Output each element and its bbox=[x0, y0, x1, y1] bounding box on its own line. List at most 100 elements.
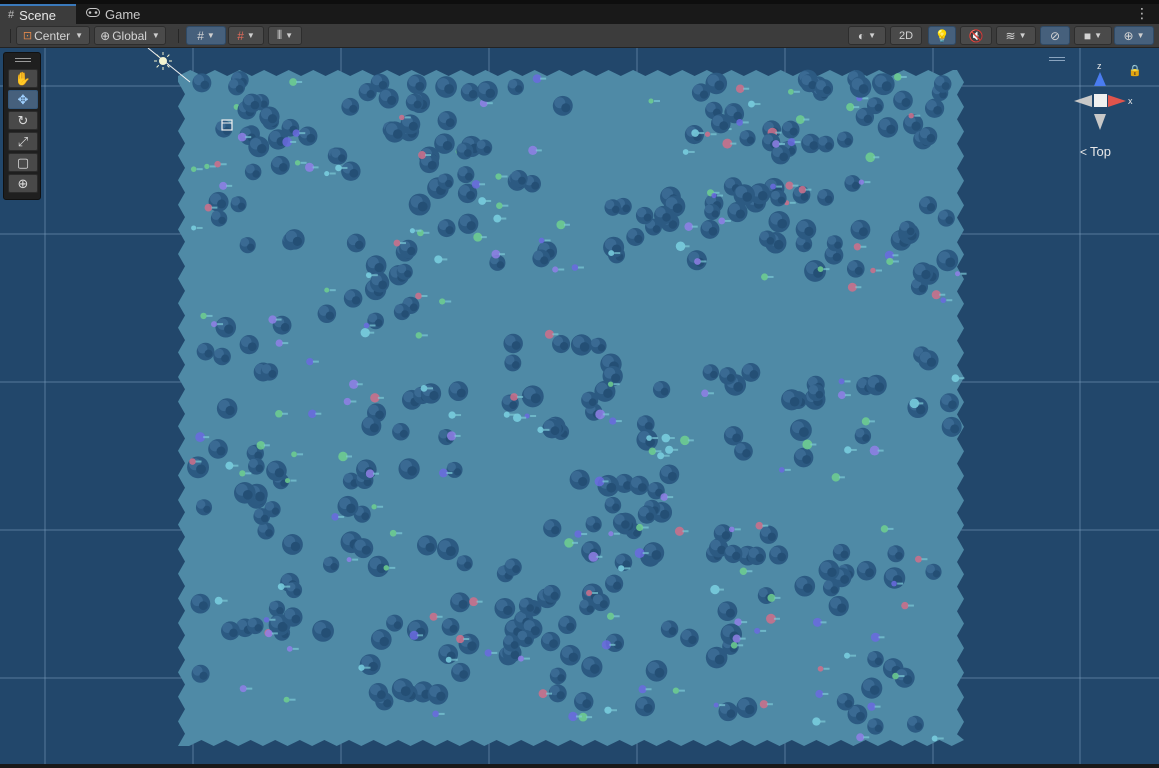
coral-prop bbox=[874, 705, 881, 708]
sun-ray bbox=[166, 54, 170, 58]
toggle-2d-button[interactable]: 2D bbox=[890, 26, 922, 45]
x-axis-cone[interactable] bbox=[1108, 95, 1126, 107]
rock-cluster bbox=[437, 173, 454, 190]
increment-snap-dropdown[interactable]: ⦀ ▼ bbox=[268, 26, 302, 45]
rock-cluster bbox=[542, 584, 561, 603]
rock-cluster bbox=[866, 374, 887, 396]
plant-prop bbox=[844, 446, 852, 454]
coral-prop bbox=[575, 715, 582, 718]
tab-game[interactable]: Game bbox=[78, 4, 148, 24]
coral-prop bbox=[743, 87, 750, 90]
scene-visibility-toggle[interactable]: ⊘ bbox=[1040, 26, 1070, 45]
view-orientation[interactable]: < Top bbox=[1080, 144, 1111, 159]
rock-cluster bbox=[941, 416, 962, 437]
scene-audio-toggle[interactable]: 🔇 bbox=[960, 26, 992, 45]
z-axis-cone[interactable] bbox=[1094, 72, 1106, 86]
rock-cluster bbox=[770, 190, 787, 207]
pivot-rotation-dropdown[interactable]: ⊕ Global ▼ bbox=[94, 26, 166, 45]
transform-tool-button[interactable]: ⊕ bbox=[8, 174, 38, 193]
coral-prop bbox=[426, 387, 433, 390]
palette-drag-handle[interactable] bbox=[15, 58, 31, 59]
rock-cluster bbox=[460, 82, 480, 102]
neg-x-axis-cone[interactable] bbox=[1074, 95, 1092, 107]
rotate-tool-button[interactable]: ↻ bbox=[8, 111, 38, 130]
plant-prop bbox=[263, 616, 270, 623]
plant-prop bbox=[607, 612, 615, 620]
scene-viewport[interactable] bbox=[0, 48, 1159, 764]
coral-prop bbox=[290, 479, 297, 482]
rock-cluster bbox=[448, 381, 469, 401]
hand-tool-button[interactable]: ✋ bbox=[8, 69, 38, 88]
rock-cluster bbox=[457, 166, 475, 184]
coral-prop bbox=[438, 712, 445, 715]
plant-prop bbox=[493, 214, 502, 223]
plant-prop bbox=[265, 629, 273, 638]
grid-snapping-toggle[interactable]: # ▼ bbox=[228, 26, 264, 45]
move-tool-button[interactable]: ✥ bbox=[8, 90, 38, 109]
orientation-gizmo[interactable]: z x bbox=[1066, 60, 1146, 140]
rock-cluster bbox=[736, 697, 758, 718]
rock-cluster bbox=[781, 120, 800, 139]
coral-prop bbox=[717, 194, 724, 197]
plant-prop bbox=[586, 589, 593, 597]
coral-prop bbox=[739, 637, 746, 640]
rock-cluster bbox=[346, 233, 366, 253]
plant-prop bbox=[275, 409, 283, 418]
scene-lighting-toggle[interactable]: 💡 bbox=[928, 26, 956, 45]
tool-palette: ✋ ✥ ↻ ⤢ ▢ ⊕ bbox=[3, 52, 41, 200]
coral-prop bbox=[613, 383, 620, 386]
rock-cluster bbox=[253, 508, 271, 525]
rock-cluster bbox=[832, 543, 851, 562]
rect-tool-button[interactable]: ▢ bbox=[8, 153, 38, 172]
rock-cluster bbox=[719, 367, 737, 385]
chevron-left-icon: < bbox=[1080, 144, 1088, 159]
gizmos-dropdown[interactable]: ⊕ ▼ bbox=[1114, 26, 1154, 45]
coral-prop bbox=[486, 102, 493, 105]
scene-effects-dropdown[interactable]: ≋ ▼ bbox=[996, 26, 1036, 45]
scale-tool-button[interactable]: ⤢ bbox=[8, 132, 38, 151]
rock-cluster bbox=[581, 656, 603, 678]
rock-cluster bbox=[246, 617, 264, 635]
coral-prop bbox=[455, 414, 462, 417]
neg-z-axis-cone[interactable] bbox=[1094, 114, 1106, 130]
plant-prop bbox=[861, 417, 870, 426]
coral-prop bbox=[730, 142, 737, 145]
coral-prop bbox=[329, 172, 336, 175]
toggle-2d-label: 2D bbox=[898, 29, 914, 42]
plant-prop bbox=[432, 710, 439, 718]
pivot-mode-dropdown[interactable]: ⊡ Center ▼ bbox=[16, 26, 90, 45]
tab-scene[interactable]: # Scene bbox=[0, 4, 76, 24]
center-cube[interactable] bbox=[1094, 94, 1107, 107]
plant-prop bbox=[415, 332, 423, 339]
scene-camera-dropdown[interactable]: ■ ▼ bbox=[1074, 26, 1112, 45]
coral-prop bbox=[220, 163, 227, 166]
coral-prop bbox=[844, 380, 851, 383]
rock-cluster bbox=[794, 575, 816, 597]
plant-prop bbox=[785, 181, 794, 190]
grid-visibility-toggle[interactable]: # ▼ bbox=[186, 26, 226, 45]
rock-cluster bbox=[605, 574, 624, 593]
coral-prop bbox=[369, 324, 376, 327]
sun-icon bbox=[159, 57, 167, 65]
scene-grid-icon: # bbox=[8, 9, 15, 21]
more-options-icon[interactable]: ⋮ bbox=[1135, 6, 1149, 20]
coral-prop bbox=[645, 688, 652, 691]
rock-cluster bbox=[406, 74, 427, 95]
pivot-rotation-label: Global bbox=[112, 28, 147, 43]
plant-prop bbox=[646, 435, 652, 441]
coral-prop bbox=[794, 141, 801, 144]
coral-prop bbox=[592, 591, 599, 594]
overlay-drag-handle[interactable] bbox=[1049, 57, 1065, 58]
plant-prop bbox=[867, 702, 876, 711]
rotate-icon: ↻ bbox=[17, 112, 29, 128]
rock-cluster bbox=[826, 235, 843, 252]
coral-prop bbox=[543, 428, 550, 431]
plant-prop bbox=[940, 297, 947, 304]
draw-mode-dropdown[interactable]: ◐ ▼ bbox=[848, 26, 886, 45]
coral-prop bbox=[900, 75, 907, 78]
rect-transform-icon: ▢ bbox=[16, 154, 30, 170]
coral-prop bbox=[535, 149, 542, 152]
bottom-border bbox=[0, 764, 1159, 768]
rock-cluster bbox=[771, 145, 791, 165]
coral-prop bbox=[226, 184, 233, 187]
